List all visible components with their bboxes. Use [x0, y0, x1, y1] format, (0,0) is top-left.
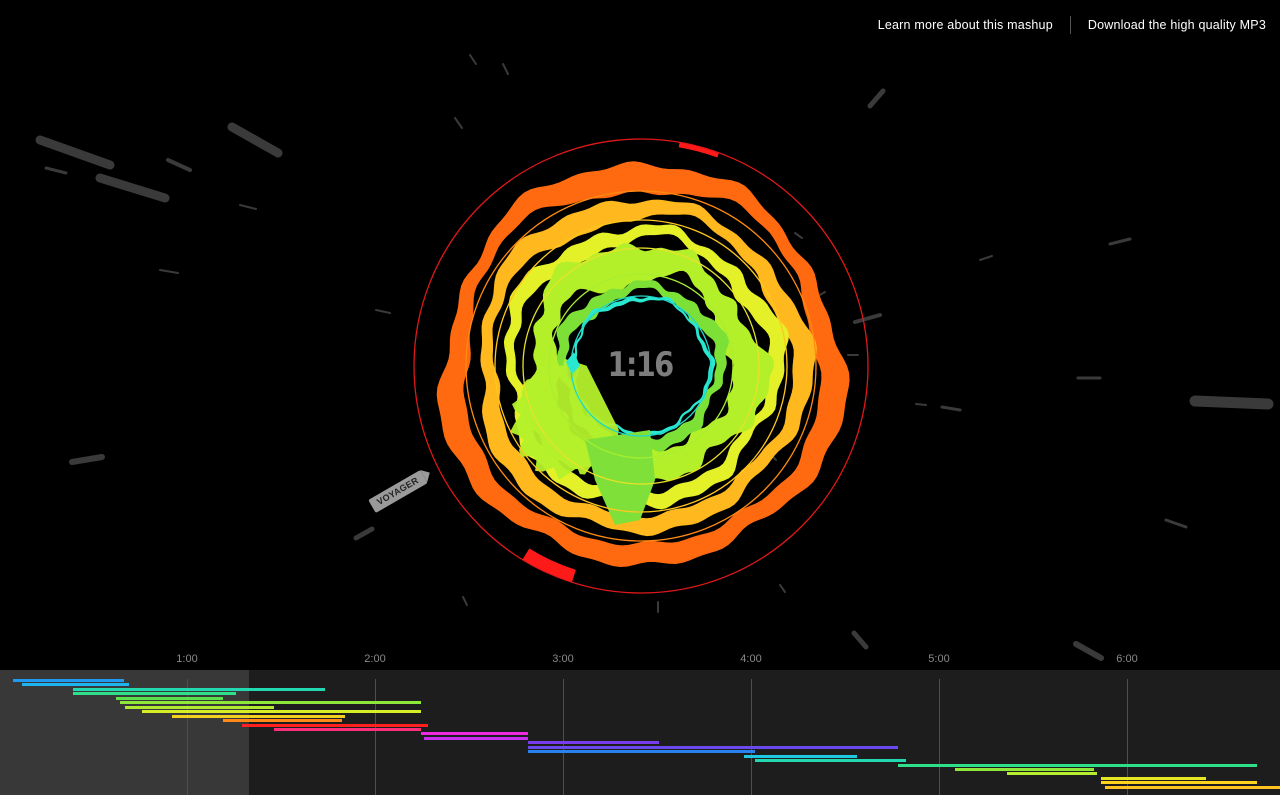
- track-bar[interactable]: [527, 750, 756, 754]
- debris-streak: [469, 54, 477, 65]
- track-bar[interactable]: [72, 687, 325, 691]
- track-bar[interactable]: [242, 723, 429, 727]
- debris-streak: [1189, 395, 1274, 410]
- track-bar[interactable]: [898, 763, 1258, 767]
- debris-streak: [502, 63, 509, 75]
- track-bar[interactable]: [1007, 772, 1098, 776]
- track-bar[interactable]: [22, 683, 130, 687]
- track-bar[interactable]: [527, 745, 899, 749]
- track-bar[interactable]: [1104, 785, 1280, 789]
- track-bar[interactable]: [142, 710, 421, 714]
- minute-gridline: [563, 679, 564, 795]
- debris-streak: [35, 135, 115, 170]
- track-bar[interactable]: [954, 768, 1094, 771]
- debris-streak: [69, 454, 105, 465]
- track-bar[interactable]: [527, 741, 660, 745]
- track-bar[interactable]: [743, 754, 857, 758]
- debris-streak: [794, 232, 803, 239]
- top-nav: Learn more about this mashup Download th…: [878, 16, 1266, 34]
- debris-streak: [239, 204, 257, 210]
- debris-streak: [851, 630, 869, 650]
- track-bar[interactable]: [119, 701, 421, 705]
- time-tick-label: 5:00: [928, 653, 950, 665]
- learn-more-link[interactable]: Learn more about this mashup: [878, 18, 1053, 32]
- current-time: 1:16: [607, 345, 674, 385]
- circular-visualizer: [35, 54, 1274, 661]
- track-bar[interactable]: [1101, 781, 1258, 785]
- nav-separator: [1069, 16, 1071, 34]
- time-tick-label: 6:00: [1116, 653, 1138, 665]
- debris-streak: [1108, 237, 1132, 246]
- track-bar[interactable]: [172, 714, 346, 718]
- track-bar[interactable]: [273, 727, 421, 731]
- track-bar[interactable]: [12, 679, 124, 682]
- debris-streak: [44, 166, 68, 175]
- minute-gridline: [939, 679, 940, 795]
- debris-streak: [853, 313, 882, 324]
- time-tick-label: 2:00: [364, 653, 386, 665]
- track-bar[interactable]: [116, 696, 224, 700]
- minute-gridline: [751, 679, 752, 795]
- debris-streak: [1164, 518, 1188, 529]
- debris-streak: [940, 405, 962, 412]
- time-tick-label: 1:00: [176, 653, 198, 665]
- debris-streak: [979, 255, 993, 261]
- time-tick-label: 4:00: [740, 653, 762, 665]
- track-bar[interactable]: [72, 692, 237, 696]
- minute-gridline: [375, 679, 376, 795]
- debris-streak: [95, 173, 170, 203]
- debris-streak: [375, 309, 391, 314]
- timeline-panel[interactable]: [0, 670, 1280, 795]
- track-bar[interactable]: [420, 732, 528, 736]
- level-arc: [678, 142, 719, 158]
- debris-streak: [454, 117, 463, 129]
- time-tick-label: 3:00: [552, 653, 574, 665]
- track-bar[interactable]: [223, 719, 342, 723]
- debris-streak: [915, 403, 927, 406]
- download-mp3-link[interactable]: Download the high quality MP3: [1088, 18, 1266, 32]
- track-bar[interactable]: [755, 759, 906, 763]
- debris-streak: [779, 584, 786, 593]
- visualizer-stage: 1:16 VOYAGER: [0, 0, 1280, 670]
- debris-streak: [227, 122, 283, 158]
- track-bar[interactable]: [1101, 776, 1207, 780]
- debris-streak: [159, 269, 179, 274]
- track-bar[interactable]: [424, 736, 528, 740]
- track-bar[interactable]: [125, 705, 274, 709]
- level-arc: [522, 548, 576, 583]
- debris-streak: [166, 158, 192, 172]
- debris-streak: [353, 526, 375, 541]
- time-axis: 1:00 2:00 3:00 4:00 5:00 6:00: [0, 648, 1280, 668]
- debris-streak: [867, 88, 886, 109]
- debris-streak: [462, 596, 468, 606]
